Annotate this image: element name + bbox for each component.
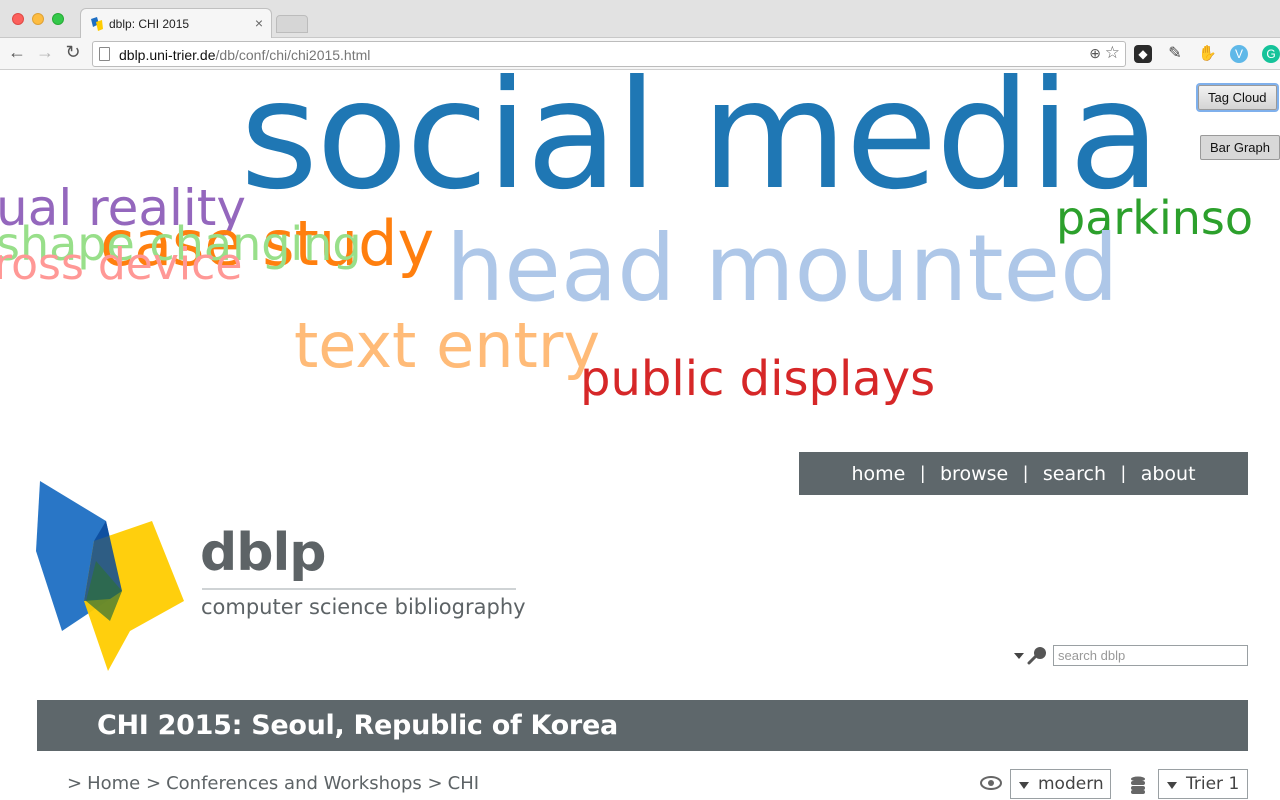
page-content: social media parkinso ual reality case s…: [0, 71, 1280, 800]
bar-graph-button[interactable]: Bar Graph: [1200, 135, 1280, 160]
main-nav: home | browse | search | about: [799, 452, 1248, 495]
reload-icon[interactable]: ↻: [62, 42, 84, 63]
forward-arrow-icon[interactable]: →: [34, 42, 56, 63]
breadcrumb-chi[interactable]: CHI: [448, 773, 479, 794]
breadcrumb-separator: >: [67, 773, 83, 794]
url-text[interactable]: dblp.uni-trier.de/db/conf/chi/chi2015.ht…: [119, 47, 370, 63]
style-select[interactable]: modern: [1010, 769, 1111, 799]
breadcrumb: > Home > Conferences and Workshops > CHI: [67, 773, 479, 794]
extension-flag-icon[interactable]: ◆: [1134, 45, 1152, 63]
nav-search-link[interactable]: search: [1043, 463, 1106, 485]
style-select-value: modern: [1038, 774, 1104, 794]
nav-about-link[interactable]: about: [1141, 463, 1196, 485]
tag-word[interactable]: public displays: [580, 355, 935, 403]
logo-tagline: computer science bibliography: [201, 595, 526, 619]
nav-home-link[interactable]: home: [851, 463, 905, 485]
tag-word[interactable]: ross device: [0, 243, 242, 287]
breadcrumb-conferences[interactable]: Conferences and Workshops: [166, 773, 422, 794]
tag-word[interactable]: head mounted: [446, 223, 1119, 315]
zoom-icon[interactable]: ⊕: [1089, 45, 1101, 62]
search-icon[interactable]: [1026, 645, 1048, 665]
minimize-window-button[interactable]: [32, 13, 44, 25]
tag-word[interactable]: text entry: [294, 315, 600, 377]
dblp-logo[interactable]: dblp computer science bibliography: [34, 481, 534, 671]
breadcrumb-separator: >: [145, 773, 162, 794]
extension-hand-icon[interactable]: ✋: [1198, 45, 1217, 63]
browser-tab[interactable]: dblp: CHI 2015 ×: [80, 8, 272, 39]
mirror-select[interactable]: Trier 1: [1158, 769, 1248, 799]
mirror-select-value: Trier 1: [1186, 774, 1240, 794]
logo-divider: [202, 588, 516, 590]
nav-separator: |: [1023, 463, 1028, 483]
new-tab-button[interactable]: [276, 15, 308, 33]
breadcrumb-home[interactable]: Home: [87, 773, 140, 794]
extension-puzzle-icon[interactable]: ✎: [1166, 45, 1184, 63]
extension-grammarly-icon[interactable]: G: [1262, 45, 1280, 63]
page-icon: [99, 47, 110, 61]
bookmark-star-icon[interactable]: ☆: [1105, 43, 1120, 63]
dblp-favicon-icon: [91, 17, 103, 31]
chevron-down-icon: [1019, 782, 1029, 789]
tag-cloud-button[interactable]: Tag Cloud: [1198, 85, 1277, 110]
nav-separator: |: [1121, 463, 1126, 483]
close-window-button[interactable]: [12, 13, 24, 25]
nav-browse-link[interactable]: browse: [940, 463, 1008, 485]
tab-close-icon[interactable]: ×: [255, 15, 263, 31]
maximize-window-button[interactable]: [52, 13, 64, 25]
search-options-dropdown-icon[interactable]: [1014, 653, 1024, 659]
browser-toolbar: ← → ↻ dblp.uni-trier.de/db/conf/chi/chi2…: [0, 38, 1280, 70]
breadcrumb-separator: >: [427, 773, 443, 794]
dblp-wordmark: dblp: [200, 523, 326, 583]
browser-tab-bar: dblp: CHI 2015 ×: [0, 0, 1280, 39]
tab-title: dblp: CHI 2015: [109, 17, 190, 31]
search-input[interactable]: [1053, 645, 1248, 666]
database-icon: [1131, 776, 1145, 794]
extension-v-icon[interactable]: V: [1230, 45, 1248, 63]
chevron-down-icon: [1167, 782, 1177, 789]
tag-word[interactable]: social media: [240, 71, 1161, 211]
address-bar[interactable]: dblp.uni-trier.de/db/conf/chi/chi2015.ht…: [92, 41, 1126, 67]
dblp-logo-mark-icon: [36, 481, 184, 671]
page-title: CHI 2015: Seoul, Republic of Korea: [97, 710, 618, 741]
back-arrow-icon[interactable]: ←: [6, 42, 28, 63]
page-title-bar: CHI 2015: Seoul, Republic of Korea: [37, 700, 1248, 751]
nav-separator: |: [920, 463, 925, 483]
eye-icon: [980, 776, 1002, 790]
